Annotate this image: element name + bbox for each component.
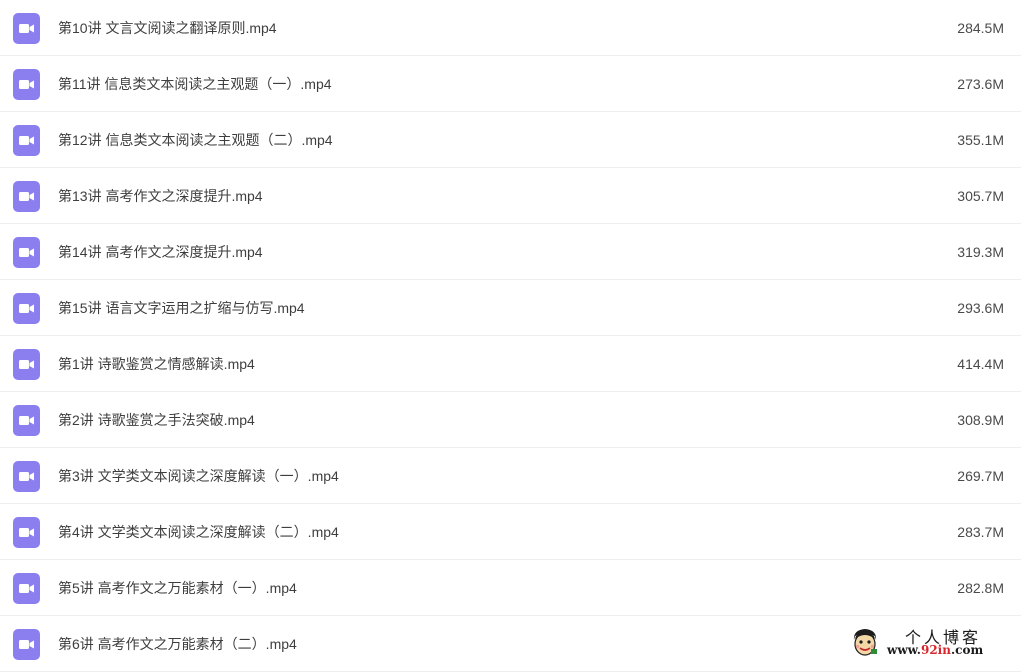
video-file-icon [13,181,40,212]
video-camera-glyph [13,517,40,548]
video-file-icon [13,629,40,660]
file-row[interactable]: 第4讲 文学类文本阅读之深度解读（二）.mp4 283.7M [0,504,1021,560]
file-size: 414.4M [957,356,1004,372]
file-size: 273.6M [957,76,1004,92]
video-camera-glyph [13,405,40,436]
file-size: 305.7M [957,188,1004,204]
video-file-icon [13,13,40,44]
video-file-icon [13,125,40,156]
file-row[interactable]: 第15讲 语言文字运用之扩缩与仿写.mp4 293.6M [0,280,1021,336]
video-camera-glyph [13,237,40,268]
video-file-icon [13,405,40,436]
file-name: 第5讲 高考作文之万能素材（一）.mp4 [58,580,297,596]
file-name: 第10讲 文言文阅读之翻译原则.mp4 [58,20,277,36]
video-file-icon [13,237,40,268]
file-name: 第14讲 高考作文之深度提升.mp4 [58,244,263,260]
video-camera-glyph [13,181,40,212]
file-name: 第12讲 信息类文本阅读之主观题（二）.mp4 [58,132,333,148]
file-name: 第1讲 诗歌鉴赏之情感解读.mp4 [58,356,255,372]
video-camera-glyph [13,69,40,100]
video-file-icon [13,349,40,380]
video-camera-glyph [13,573,40,604]
file-size: 355.1M [957,132,1004,148]
video-camera-glyph [13,461,40,492]
video-camera-glyph [13,293,40,324]
file-row[interactable]: 第3讲 文学类文本阅读之深度解读（一）.mp4 269.7M [0,448,1021,504]
file-row[interactable]: 第10讲 文言文阅读之翻译原则.mp4 284.5M [0,0,1021,56]
video-camera-glyph [13,629,40,660]
file-name: 第15讲 语言文字运用之扩缩与仿写.mp4 [58,300,305,316]
file-name: 第11讲 信息类文本阅读之主观题（一）.mp4 [58,76,332,92]
file-size: 283.7M [957,524,1004,540]
cartoon-face-logo-icon [853,629,877,656]
watermark-url: www.92in.com [887,643,984,657]
video-camera-glyph [13,125,40,156]
file-row[interactable]: 第5讲 高考作文之万能素材（一）.mp4 282.8M [0,560,1021,616]
file-name: 第6讲 高考作文之万能素材（二）.mp4 [58,636,297,652]
file-size: 319.3M [957,244,1004,260]
video-camera-glyph [13,349,40,380]
file-size: 308.9M [957,412,1004,428]
video-file-icon [13,461,40,492]
file-row[interactable]: 第12讲 信息类文本阅读之主观题（二）.mp4 355.1M [0,112,1021,168]
file-row[interactable]: 第11讲 信息类文本阅读之主观题（一）.mp4 273.6M [0,56,1021,112]
file-row[interactable]: 第2讲 诗歌鉴赏之手法突破.mp4 308.9M [0,392,1021,448]
video-camera-glyph [13,13,40,44]
file-row[interactable]: 第1讲 诗歌鉴赏之情感解读.mp4 414.4M [0,336,1021,392]
file-name: 第3讲 文学类文本阅读之深度解读（一）.mp4 [58,468,339,484]
file-list: 第10讲 文言文阅读之翻译原则.mp4 284.5M 第11讲 信息类文本阅读之… [0,0,1021,672]
blog-watermark: 个人博客 www.92in.com [851,624,1021,663]
video-file-icon [13,293,40,324]
file-name: 第13讲 高考作文之深度提升.mp4 [58,188,263,204]
file-row[interactable]: 第13讲 高考作文之深度提升.mp4 305.7M [0,168,1021,224]
video-file-icon [13,69,40,100]
file-row[interactable]: 第14讲 高考作文之深度提升.mp4 319.3M [0,224,1021,280]
file-name: 第2讲 诗歌鉴赏之手法突破.mp4 [58,412,255,428]
video-file-icon [13,517,40,548]
file-size: 282.8M [957,580,1004,596]
file-size: 293.6M [957,300,1004,316]
file-size: 284.5M [957,20,1004,36]
video-file-icon [13,573,40,604]
file-name: 第4讲 文学类文本阅读之深度解读（二）.mp4 [58,524,339,540]
file-size: 269.7M [957,468,1004,484]
